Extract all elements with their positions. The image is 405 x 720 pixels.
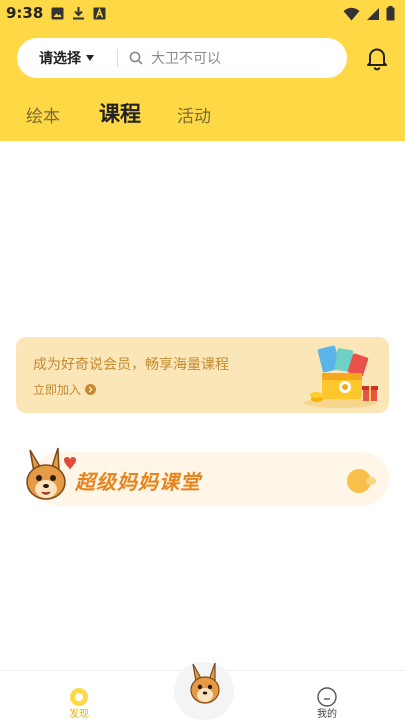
- join-now-link[interactable]: 立即加入: [33, 381, 97, 398]
- membership-promo-card[interactable]: 成为好奇说会员，畅享海量课程 立即加入: [16, 337, 389, 413]
- search-input[interactable]: 大卫不可以: [118, 48, 221, 68]
- search-bar: 请选择 大卫不可以: [17, 38, 347, 78]
- kangaroo-mascot-icon: [26, 447, 76, 500]
- discover-icon: [70, 688, 88, 706]
- wifi-icon: [343, 7, 360, 20]
- gift-box-illustration: [304, 345, 378, 408]
- arrow-circle-icon: [85, 384, 97, 395]
- nav-discover-label: 发现: [69, 709, 89, 720]
- join-now-label: 立即加入: [33, 383, 82, 397]
- signal-icon: [367, 7, 379, 20]
- promo-title: 成为好奇说会员，畅享海量课程: [33, 357, 229, 373]
- gallery-icon: [51, 7, 64, 19]
- tab-courses[interactable]: 课程: [99, 98, 141, 128]
- nav-mine[interactable]: 我的: [292, 671, 362, 720]
- selector-label: 请选择: [39, 51, 81, 67]
- notification-bell-icon[interactable]: [364, 45, 390, 71]
- caret-down-icon: [86, 55, 94, 61]
- tab-activities[interactable]: 活动: [177, 102, 211, 127]
- nav-mine-label: 我的: [317, 709, 337, 720]
- super-mom-course-banner[interactable]: 超级妈妈课堂: [18, 442, 390, 510]
- decorative-circle-icon: [347, 469, 376, 493]
- kangaroo-member-icon: [190, 662, 220, 704]
- profile-face-icon: [317, 687, 337, 707]
- nav-discover[interactable]: 发现: [44, 671, 114, 720]
- search-icon: [129, 51, 143, 65]
- status-bar: 9:38: [0, 0, 405, 28]
- status-time: 9:38: [6, 4, 44, 22]
- tab-picture-books[interactable]: 绘本: [26, 102, 60, 127]
- font-icon: [93, 7, 106, 19]
- tab-bar: 绘本 课程 活动: [0, 96, 405, 130]
- header: 9:38 请选择 大卫不可以 绘本 课程 活动: [0, 0, 405, 141]
- download-icon: [73, 7, 84, 20]
- system-icons: [343, 6, 395, 21]
- banner-title: 超级妈妈课堂: [75, 470, 201, 494]
- category-selector[interactable]: 请选择: [17, 38, 117, 78]
- notification-icons: [51, 6, 106, 20]
- battery-icon: [386, 6, 395, 21]
- search-placeholder: 大卫不可以: [151, 51, 221, 67]
